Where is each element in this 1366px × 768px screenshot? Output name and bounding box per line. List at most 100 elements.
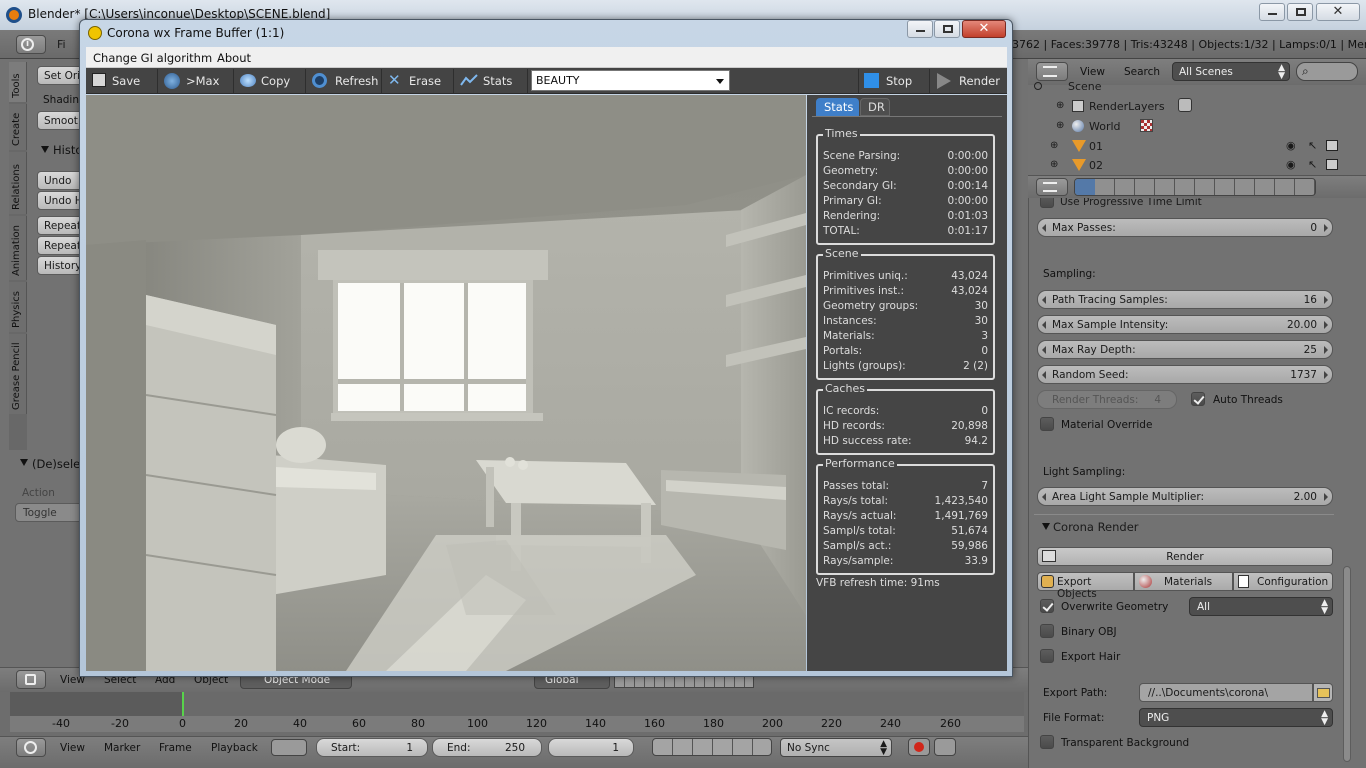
repeat-last-button[interactable]: Repeat	[37, 216, 85, 235]
timeline-editor-type-button[interactable]	[16, 738, 46, 757]
outliner-editor-type-button[interactable]	[1036, 62, 1068, 81]
repeat-history-button[interactable]: Repeat	[37, 236, 85, 255]
playback-controls[interactable]	[652, 738, 772, 756]
overwrite-geometry-select[interactable]: All ▲ ▼	[1189, 597, 1333, 616]
tab-tools[interactable]: Tools	[9, 62, 27, 102]
outliner-item[interactable]: ⊕ 01 ◉ ↖	[1050, 138, 1356, 156]
outliner-view-menu[interactable]: View	[1080, 66, 1105, 78]
binary-obj-checkbox[interactable]	[1040, 624, 1054, 638]
render-tab-icon[interactable]	[1075, 179, 1095, 195]
file-menu[interactable]: Fi	[57, 38, 66, 51]
close-button[interactable]: ✕	[1316, 3, 1360, 21]
deselect-expand-icon[interactable]	[20, 459, 28, 466]
send-to-max-button[interactable]: >Max	[160, 69, 234, 93]
properties-editor-type-button[interactable]	[1036, 178, 1068, 196]
stats-toggle-button[interactable]: Stats	[456, 69, 528, 93]
viewport-editor-type-button[interactable]	[16, 670, 46, 689]
folder-browse-button[interactable]	[1313, 683, 1333, 702]
current-frame-indicator[interactable]	[182, 692, 184, 716]
copy-button[interactable]: Copy	[236, 69, 306, 93]
materials-tab[interactable]: Materials	[1134, 572, 1233, 591]
outliner-item[interactable]: ⊕ RenderLayers	[1056, 98, 1356, 116]
auto-threads-checkbox[interactable]	[1191, 392, 1205, 406]
camera-render-icon[interactable]	[1326, 140, 1338, 151]
file-format-select[interactable]: PNG ▲ ▼	[1139, 708, 1333, 727]
channel-select[interactable]: BEAUTY	[531, 70, 730, 91]
max-ray-depth-field[interactable]: Max Ray Depth: 25	[1037, 340, 1333, 359]
start-frame-field[interactable]: Start: 1	[316, 738, 428, 757]
render-threads-field[interactable]: Render Threads: 4	[1037, 390, 1177, 409]
end-frame-field[interactable]: End: 250	[432, 738, 542, 757]
history-expand-icon[interactable]	[41, 146, 49, 153]
tab-dr[interactable]: DR	[860, 98, 890, 116]
tab-relations[interactable]: Relations	[9, 152, 27, 214]
configuration-tab[interactable]: Configuration	[1233, 572, 1333, 591]
deselect-header[interactable]: (De)sele	[32, 457, 80, 471]
eye-icon[interactable]: ◉	[1286, 139, 1296, 152]
erase-button[interactable]: ✕ Erase	[384, 69, 454, 93]
timeline-view-menu[interactable]: View	[60, 742, 85, 754]
tab-animation[interactable]: Animation	[9, 216, 27, 280]
export-objects-tab[interactable]: Export Objects	[1037, 572, 1134, 600]
export-hair-checkbox[interactable]	[1040, 649, 1054, 663]
cursor-select-icon[interactable]: ↖	[1308, 139, 1317, 152]
random-seed-field[interactable]: Random Seed: 1737	[1037, 365, 1333, 384]
maximize-button[interactable]	[1287, 3, 1313, 21]
properties-scrollbar[interactable]	[1343, 566, 1351, 762]
overwrite-geometry-checkbox[interactable]	[1040, 599, 1054, 613]
set-origin-button[interactable]: Set Ori	[37, 66, 85, 85]
undo-button[interactable]: Undo	[37, 171, 85, 190]
record-button[interactable]	[908, 738, 930, 756]
transparent-background-checkbox[interactable]	[1040, 735, 1054, 749]
outliner-item[interactable]: ⊕ World	[1056, 118, 1356, 136]
max-passes-field[interactable]: Max Passes: 0	[1037, 218, 1333, 237]
refresh-button[interactable]: Refresh	[308, 69, 382, 93]
path-tracing-samples-field[interactable]: Path Tracing Samples: 16	[1037, 290, 1333, 309]
corona-render-button[interactable]: Render	[1037, 547, 1333, 566]
timeline-frame-menu[interactable]: Frame	[159, 742, 192, 754]
timeline-playback-menu[interactable]: Playback	[211, 742, 258, 754]
properties-context-tabs[interactable]	[1074, 178, 1316, 196]
change-gi-menu[interactable]: Change GI algorithm	[93, 51, 212, 65]
outliner-item[interactable]: Scene	[1034, 80, 1354, 95]
renderlayer-toggle-icon[interactable]	[1178, 98, 1192, 112]
stop-button[interactable]: Stop	[858, 69, 930, 93]
stat-key: TOTAL:	[823, 225, 860, 237]
cursor-select-icon[interactable]: ↖	[1308, 158, 1317, 171]
corona-render-panel-header[interactable]: Corona Render	[1034, 514, 1334, 538]
tab-grease-pencil[interactable]: Grease Pencil	[9, 334, 27, 414]
max-sample-intensity-field[interactable]: Max Sample Intensity: 20.00	[1037, 315, 1333, 334]
progressive-time-limit-row[interactable]: Use Progressive Time Limit	[1036, 198, 1336, 210]
keying-button[interactable]	[934, 738, 956, 756]
save-button[interactable]: Save	[88, 69, 158, 93]
undo-history-button[interactable]: Undo H	[37, 191, 85, 210]
area-light-sample-multiplier-field[interactable]: Area Light Sample Multiplier: 2.00	[1037, 487, 1333, 506]
current-frame-field[interactable]: 1	[548, 738, 634, 757]
export-path-input[interactable]: //..\Documents\corona\	[1139, 683, 1313, 702]
minimize-button[interactable]	[1259, 3, 1285, 21]
eye-icon[interactable]: ◉	[1286, 158, 1296, 171]
progressive-time-limit-checkbox[interactable]	[1040, 198, 1054, 208]
corona-minimize-button[interactable]	[907, 20, 933, 38]
material-override-checkbox[interactable]	[1040, 417, 1054, 431]
timeline-marker-menu[interactable]: Marker	[104, 742, 140, 754]
tab-physics[interactable]: Physics	[9, 282, 27, 332]
sync-select[interactable]: No Sync ▲ ▼	[780, 738, 892, 757]
tab-stats[interactable]: Stats	[816, 98, 859, 116]
history-header[interactable]: Histo	[53, 143, 82, 157]
toggle-select[interactable]: Toggle	[15, 503, 85, 522]
camera-render-icon[interactable]	[1326, 159, 1338, 170]
editor-type-button[interactable]: i	[16, 35, 46, 54]
tab-create[interactable]: Create	[9, 104, 27, 150]
keyframe-lock-icon[interactable]	[271, 739, 307, 756]
about-menu[interactable]: About	[217, 51, 251, 65]
scenes-select[interactable]: All Scenes ▲ ▼	[1172, 62, 1290, 81]
corona-maximize-button[interactable]	[934, 20, 960, 38]
smooth-button[interactable]: Smoot	[37, 111, 85, 130]
outliner-search-menu[interactable]: Search	[1124, 66, 1160, 78]
outliner-item[interactable]: ⊕ 02 ◉ ↖	[1050, 157, 1356, 175]
corona-close-button[interactable]: ✕	[962, 20, 1006, 38]
outliner-search-input[interactable]: ⌕	[1296, 62, 1358, 81]
render-button[interactable]: Render	[931, 69, 1005, 93]
history-button[interactable]: History	[37, 256, 85, 275]
